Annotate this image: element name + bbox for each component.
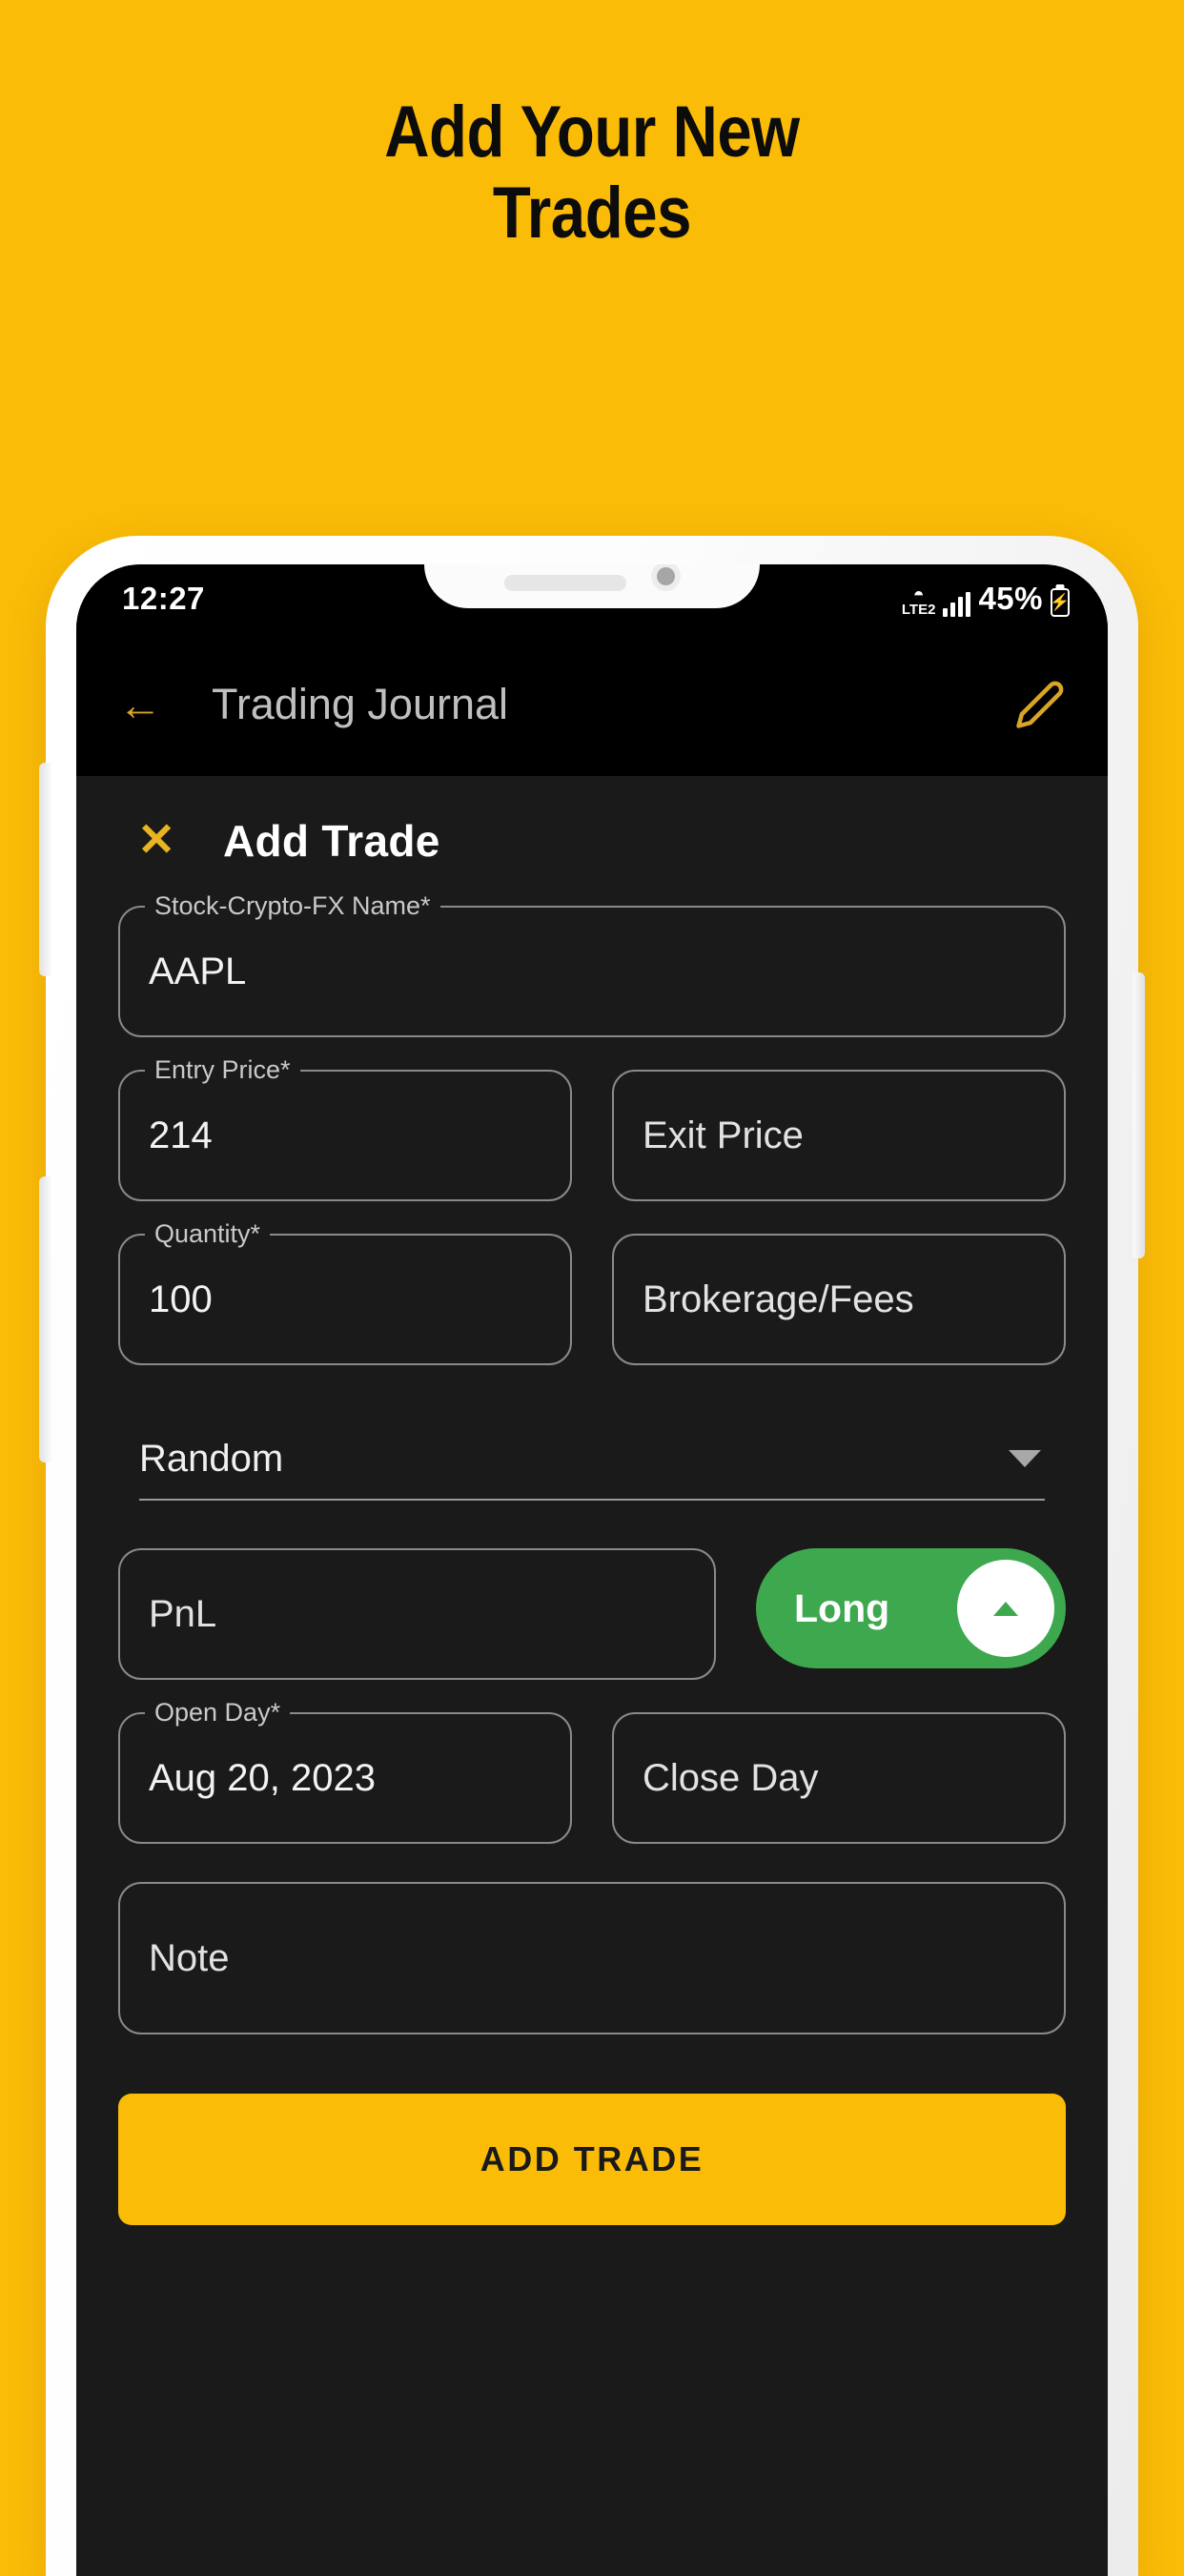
direction-toggle-thumb <box>957 1560 1054 1657</box>
add-trade-button[interactable]: ADD TRADE <box>118 2094 1066 2225</box>
add-trade-button-label: ADD TRADE <box>480 2139 704 2178</box>
entry-price-value: 214 <box>149 1114 213 1156</box>
sheet-header: ✕ Add Trade <box>118 776 1066 906</box>
brokerage-fees-field[interactable]: Brokerage/Fees <box>612 1234 1066 1365</box>
status-bar-time: 12:27 <box>122 581 205 616</box>
signal-bars-icon <box>943 592 971 617</box>
phone-notch <box>424 564 760 608</box>
close-day-field[interactable]: Close Day <box>612 1712 1066 1844</box>
open-day-label: Open Day* <box>145 1698 291 1728</box>
phone-mockup: 12:27 ◓ LTE2 45% ⚡ ← Trading Journal ✕ A… <box>39 536 1145 2576</box>
quantity-label: Quantity* <box>145 1219 271 1249</box>
quantity-value: 100 <box>149 1278 213 1320</box>
direction-toggle[interactable]: Long <box>756 1548 1066 1668</box>
close-x-icon[interactable]: ✕ <box>137 818 223 864</box>
symbol-field-value: AAPL <box>149 950 247 992</box>
symbol-field-label: Stock-Crypto-FX Name* <box>145 891 440 921</box>
battery-percent: 45% <box>978 581 1043 616</box>
promo-heading-line-1: Add Your New <box>384 92 800 173</box>
price-row: Entry Price* 214 Exit Price <box>118 1055 1066 1201</box>
volume-down-button[interactable] <box>39 1176 51 1462</box>
power-button[interactable] <box>1133 972 1145 1258</box>
add-trade-sheet: ✕ Add Trade Stock-Crypto-FX Name* AAPL E… <box>76 776 1108 2576</box>
promo-heading: Add Your New Trades <box>83 92 1101 254</box>
entry-price-label: Entry Price* <box>145 1055 300 1085</box>
wifi-icon: ◓ LTE2 <box>901 585 936 619</box>
sheet-title: Add Trade <box>223 816 440 866</box>
brokerage-fees-placeholder: Brokerage/Fees <box>643 1278 914 1320</box>
battery-charging-icon: ⚡ <box>1050 588 1071 617</box>
status-bar: 12:27 ◓ LTE2 45% ⚡ <box>76 564 1108 633</box>
note-field[interactable]: Note <box>118 1882 1066 2034</box>
caret-up-icon <box>993 1601 1018 1616</box>
strategy-selected-value: Random <box>139 1437 284 1480</box>
close-day-placeholder: Close Day <box>643 1756 819 1799</box>
phone-screen: 12:27 ◓ LTE2 45% ⚡ ← Trading Journal ✕ A… <box>76 564 1108 2576</box>
strategy-select[interactable]: Random <box>139 1419 1045 1501</box>
symbol-row: Stock-Crypto-FX Name* AAPL <box>118 891 1066 1037</box>
date-row: Open Day* Aug 20, 2023 Close Day <box>118 1698 1066 1844</box>
direction-toggle-label: Long <box>794 1585 890 1630</box>
earpiece-speaker-icon <box>503 575 626 591</box>
quantity-row: Quantity* 100 Brokerage/Fees <box>118 1219 1066 1365</box>
volume-up-button[interactable] <box>39 763 51 976</box>
status-bar-icons: ◓ LTE2 45% ⚡ <box>901 581 1071 619</box>
note-placeholder: Note <box>149 1936 230 1979</box>
quantity-field[interactable]: Quantity* 100 <box>118 1219 572 1365</box>
symbol-field[interactable]: Stock-Crypto-FX Name* AAPL <box>118 891 1066 1037</box>
exit-price-placeholder: Exit Price <box>643 1114 804 1156</box>
chevron-down-icon <box>1009 1450 1041 1467</box>
entry-price-field[interactable]: Entry Price* 214 <box>118 1055 572 1201</box>
app-bar: ← Trading Journal <box>76 633 1108 776</box>
open-day-value: Aug 20, 2023 <box>149 1756 376 1799</box>
pnl-field[interactable]: PnL <box>118 1548 716 1680</box>
pnl-placeholder: PnL <box>149 1592 217 1635</box>
network-label: LTE2 <box>901 602 936 619</box>
back-arrow-icon[interactable]: ← <box>118 683 175 726</box>
pnl-row: PnL Long <box>118 1548 1066 1680</box>
app-bar-title: Trading Journal <box>212 680 509 728</box>
pencil-edit-icon[interactable] <box>1014 679 1066 730</box>
open-day-field[interactable]: Open Day* Aug 20, 2023 <box>118 1698 572 1844</box>
promo-heading-line-2: Trades <box>492 173 692 255</box>
strategy-row: Random <box>118 1419 1066 1501</box>
exit-price-field[interactable]: Exit Price <box>612 1070 1066 1201</box>
front-camera-icon <box>650 564 681 591</box>
